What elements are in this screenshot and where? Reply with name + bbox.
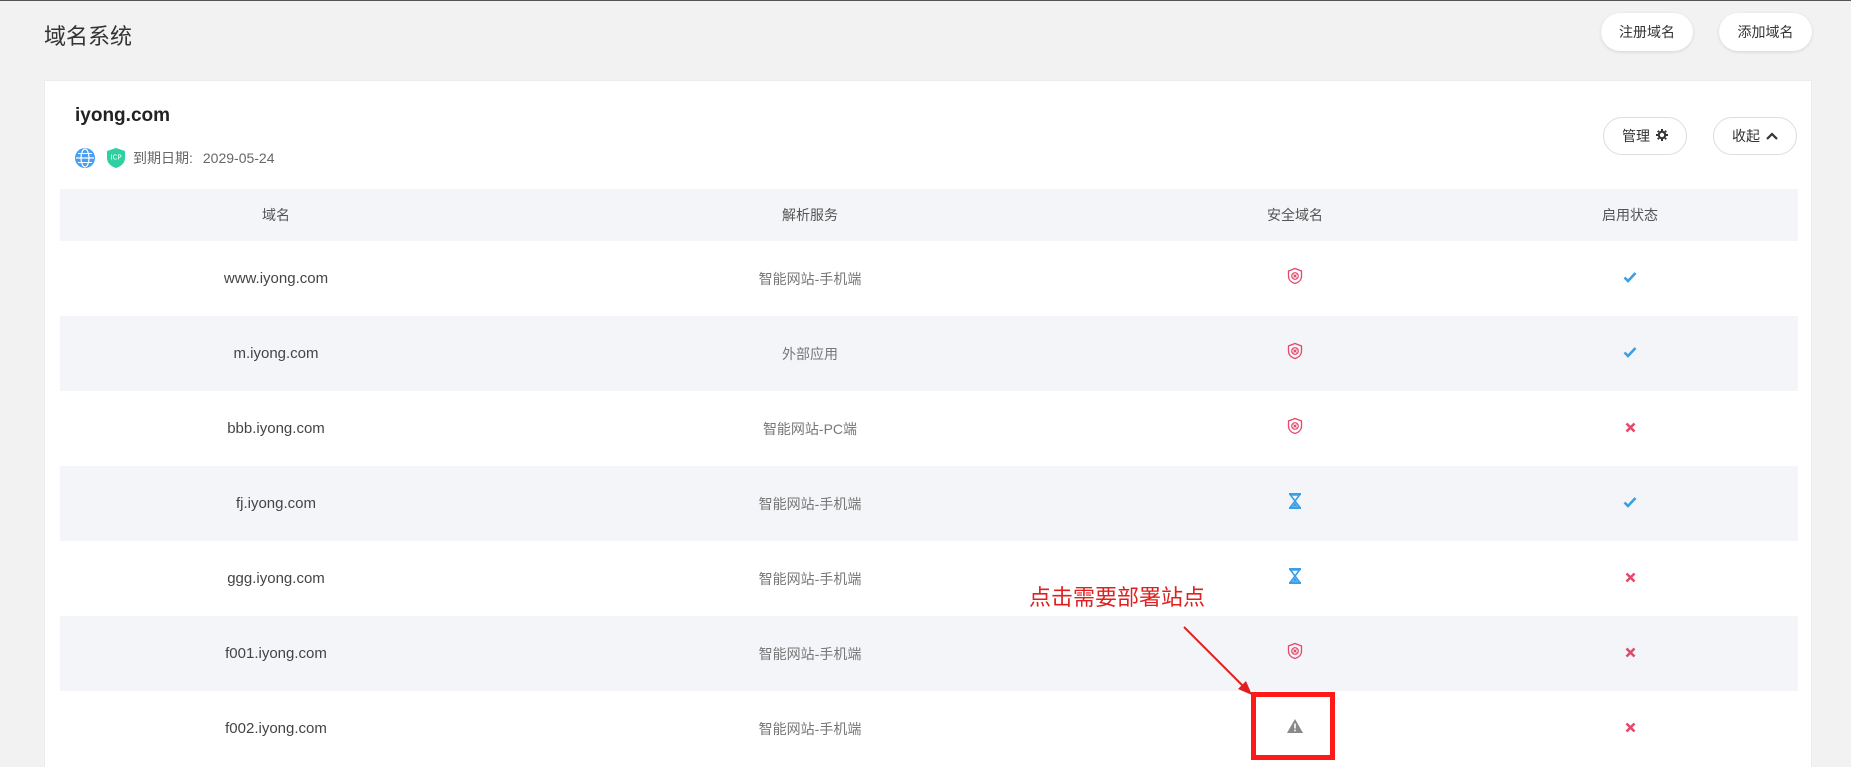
manage-button[interactable]: 管理 [1603, 117, 1687, 155]
column-header-domain: 域名 [262, 207, 290, 223]
shield-x-icon[interactable] [1286, 417, 1304, 440]
domain-cell: www.iyong.com [223, 270, 329, 287]
table-row: www.iyong.com 智能网站-手机端 [60, 241, 1798, 316]
table-row: m.iyong.com 外部应用 [60, 316, 1798, 391]
manage-label: 管理 [1622, 128, 1650, 144]
domain-card: iyong.com ICP 到期日期: 2029-05-24 管理 收起 域名 … [44, 80, 1812, 767]
status-cell [1462, 645, 1798, 663]
table-row: f001.iyong.com 智能网站-手机端 [60, 616, 1798, 691]
domain-cell: f002.iyong.com [225, 720, 327, 737]
status-cell [1462, 495, 1798, 513]
table-row: fj.iyong.com 智能网站-手机端 [60, 466, 1798, 541]
check-icon [1623, 345, 1637, 363]
security-cell[interactable] [1128, 417, 1462, 440]
status-cell [1462, 420, 1798, 438]
annotation-highlight-box [1251, 692, 1335, 760]
table-body: www.iyong.com 智能网站-手机端 m.iyong.com 外部应用 … [60, 241, 1798, 766]
status-cell [1462, 720, 1798, 738]
service-cell: 智能网站-手机端 [758, 720, 862, 737]
security-cell[interactable] [1128, 642, 1462, 665]
status-cell [1462, 345, 1798, 363]
service-cell: 智能网站-手机端 [758, 495, 862, 512]
column-header-service: 解析服务 [782, 207, 838, 223]
status-cell [1462, 570, 1798, 588]
check-icon [1623, 270, 1637, 288]
expiry-label: 到期日期: [133, 150, 193, 166]
collapse-button[interactable]: 收起 [1713, 117, 1797, 155]
domain-cell: bbb.iyong.com [227, 420, 325, 437]
cross-icon [1625, 420, 1636, 438]
service-cell: 智能网站-手机端 [758, 270, 862, 287]
collapse-label: 收起 [1732, 128, 1760, 144]
domain-cell: fj.iyong.com [235, 495, 317, 512]
table-row: f002.iyong.com 智能网站-手机端 [60, 691, 1798, 766]
register-domain-button[interactable]: 注册域名 [1601, 13, 1693, 51]
table-header: 域名 解析服务 安全域名 启用状态 [60, 189, 1798, 241]
hourglass-icon[interactable] [1287, 492, 1303, 515]
domain-cell: m.iyong.com [233, 345, 319, 362]
domain-cell: f001.iyong.com [225, 645, 327, 662]
domain-cell: ggg.iyong.com [227, 570, 325, 587]
security-cell[interactable] [1128, 267, 1462, 290]
gear-icon [1656, 128, 1668, 144]
check-icon [1623, 495, 1637, 513]
security-cell[interactable] [1128, 492, 1462, 515]
chevron-up-icon [1766, 128, 1778, 144]
globe-icon [75, 148, 95, 168]
service-cell: 外部应用 [782, 345, 838, 362]
add-domain-button[interactable]: 添加域名 [1719, 13, 1812, 51]
domain-table: 域名 解析服务 安全域名 启用状态 www.iyong.com 智能网站-手机端… [60, 189, 1798, 766]
annotation-arrow [1183, 626, 1252, 695]
security-cell[interactable] [1128, 342, 1462, 365]
table-row: bbb.iyong.com 智能网站-PC端 [60, 391, 1798, 466]
shield-x-icon[interactable] [1286, 342, 1304, 365]
icp-shield-icon: ICP [105, 147, 127, 169]
cross-icon [1625, 720, 1636, 738]
domain-meta: ICP 到期日期: 2029-05-24 [75, 147, 275, 169]
shield-x-icon[interactable] [1286, 642, 1304, 665]
svg-text:ICP: ICP [110, 154, 121, 162]
page-title: 域名系统 [44, 24, 133, 49]
expiry-date: 2029-05-24 [202, 150, 275, 166]
status-cell [1462, 270, 1798, 288]
cross-icon [1625, 645, 1636, 663]
annotation-text: 点击需要部署站点 [1029, 585, 1206, 610]
column-header-security: 安全域名 [1267, 207, 1323, 223]
shield-x-icon[interactable] [1286, 267, 1304, 290]
hourglass-icon[interactable] [1287, 567, 1303, 590]
service-cell: 智能网站-手机端 [758, 645, 862, 662]
service-cell: 智能网站-PC端 [762, 420, 858, 437]
column-header-status: 启用状态 [1602, 207, 1658, 223]
domain-card-title: iyong.com [75, 105, 171, 126]
cross-icon [1625, 570, 1636, 588]
table-row: ggg.iyong.com 智能网站-手机端 [60, 541, 1798, 616]
